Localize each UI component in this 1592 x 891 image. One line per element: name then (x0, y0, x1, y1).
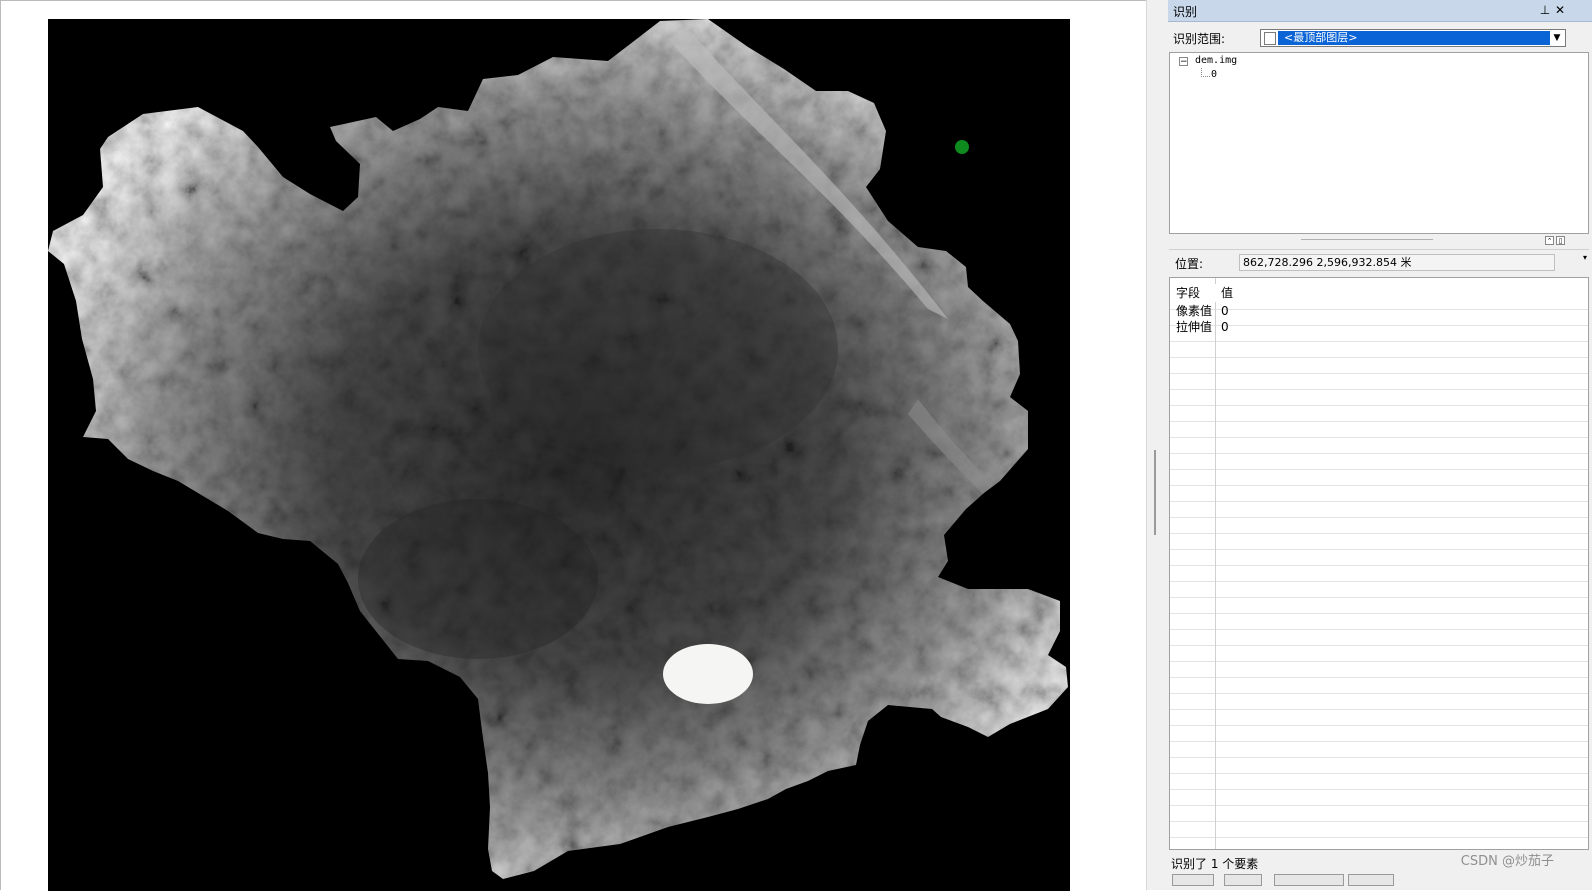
splitter-grip[interactable] (1154, 450, 1156, 535)
dock-tab[interactable] (1224, 874, 1262, 886)
grid-column-divider (1215, 278, 1216, 849)
field-value: 0 (1221, 320, 1229, 334)
tree-item-feature[interactable]: 0 (1211, 69, 1217, 80)
restore-icon[interactable]: ▯ (1556, 236, 1565, 245)
layer-swatch (1264, 32, 1276, 45)
watermark: CSDN @炒茄子 (1460, 854, 1554, 869)
dem-raster-image (48, 19, 1070, 891)
field-name: 拉伸值 (1176, 320, 1213, 334)
pin-icon[interactable]: ⊥ (1538, 2, 1552, 18)
field-value: 0 (1221, 304, 1229, 318)
location-dropdown-icon[interactable]: ▾ (1583, 253, 1587, 262)
location-label: 位置: (1175, 257, 1204, 271)
location-value: 862,728.296 2,596,932.854 米 (1239, 254, 1555, 271)
table-row[interactable]: 像素值 0 (1170, 303, 1588, 319)
identify-scope-dropdown[interactable]: <最顶部图层> ▼ (1260, 29, 1566, 47)
chevron-down-icon[interactable]: ▼ (1550, 31, 1564, 45)
status-text: 识别了 1 个要素 (1171, 857, 1259, 871)
identify-scope-value: <最顶部图层> (1278, 31, 1550, 45)
tree-item-layer[interactable]: dem.img (1195, 55, 1237, 66)
tree-connector (1201, 68, 1210, 77)
collapse-icon[interactable]: − (1179, 57, 1188, 67)
value-column-header[interactable]: 值 (1221, 284, 1233, 302)
grid-header: 字段 值 (1170, 284, 1588, 302)
identify-results-tree: − dem.img 0 (1169, 52, 1589, 234)
panel-titlebar: 识别 ⊥ ✕ (1168, 0, 1592, 22)
map-view[interactable] (0, 0, 1146, 891)
dock-tab[interactable] (1172, 874, 1214, 886)
identify-scope-label: 识别范围: (1173, 32, 1226, 46)
identify-panel: 识别 ⊥ ✕ 识别范围: <最顶部图层> ▼ − dem.img 0 ⌃ ▯ 位… (1168, 0, 1592, 890)
divider-grip[interactable] (1301, 239, 1433, 242)
panel-title: 识别 (1173, 5, 1198, 19)
table-row[interactable]: 拉伸值 0 (1170, 319, 1588, 335)
expand-icon[interactable]: ⌃ (1545, 236, 1554, 245)
dock-tab[interactable] (1348, 874, 1394, 886)
identify-scope-row: 识别范围: <最顶部图层> ▼ (1168, 24, 1592, 52)
location-row: 位置: 862,728.296 2,596,932.854 米 ▾ (1169, 249, 1589, 275)
dock-tab[interactable] (1274, 874, 1344, 886)
panel-splitter[interactable] (1146, 0, 1168, 890)
field-column-header[interactable]: 字段 (1176, 284, 1200, 302)
identify-location-marker (955, 140, 969, 154)
field-name: 像素值 (1176, 304, 1213, 318)
dem-raster-display[interactable] (48, 19, 1070, 891)
attribute-grid: 字段 值 像素值 0 拉伸值 0 (1169, 277, 1589, 850)
close-icon[interactable]: ✕ (1553, 2, 1567, 18)
dock-tab-strip (1168, 874, 1592, 890)
results-divider[interactable]: ⌃ ▯ (1169, 234, 1589, 248)
